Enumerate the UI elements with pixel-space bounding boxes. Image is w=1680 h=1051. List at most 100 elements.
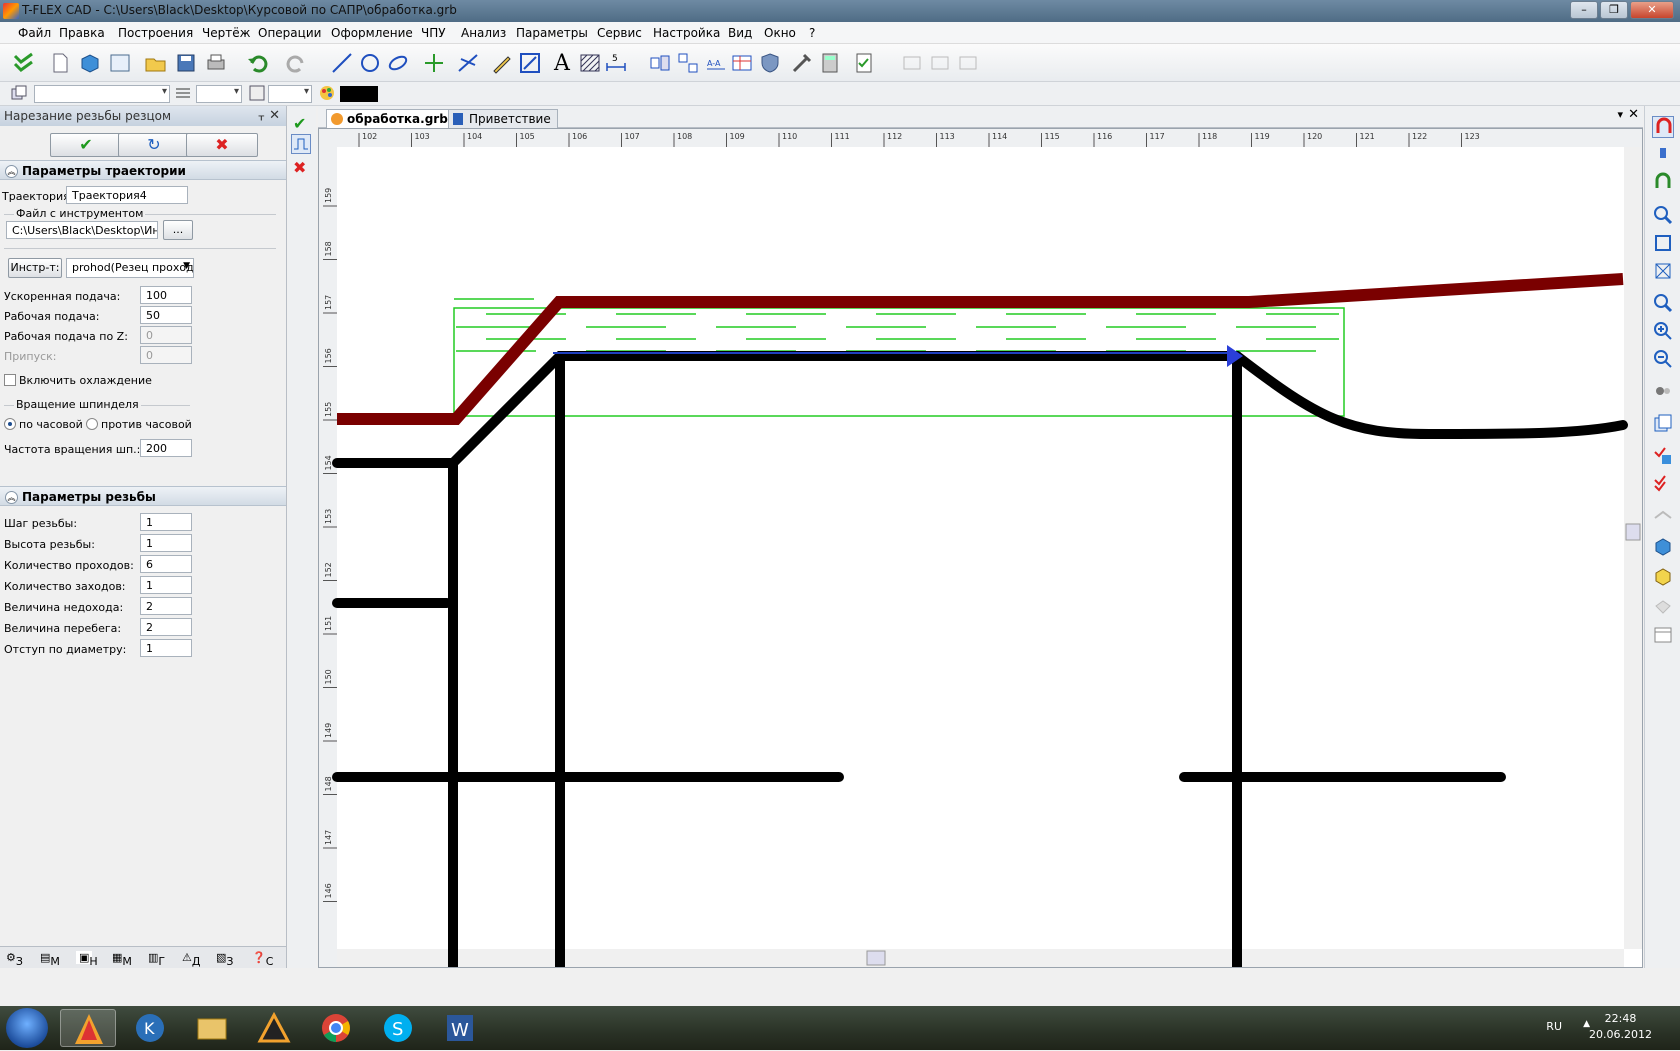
menu-window[interactable]: Окно [764, 26, 796, 40]
counterclockwise-radio[interactable] [86, 418, 98, 430]
tool-button[interactable]: Инстр-т: [8, 258, 62, 278]
calculator-icon[interactable] [818, 51, 842, 75]
menu-view[interactable]: Вид [728, 26, 752, 40]
explorer-task[interactable] [184, 1009, 240, 1047]
window-icon[interactable] [1652, 624, 1674, 646]
zoom-extents-icon[interactable] [1652, 232, 1674, 254]
spindle-speed-field[interactable]: 200 [140, 439, 192, 457]
menu-construct[interactable]: Построения [118, 26, 193, 40]
tab-library[interactable]: ▤ М [40, 951, 60, 968]
menu-analysis[interactable]: Анализ [461, 26, 506, 40]
open-icon[interactable] [144, 51, 168, 75]
work-feed-field[interactable]: 50 [140, 306, 192, 324]
palette-icon[interactable] [318, 84, 336, 102]
zoom-out-icon[interactable] [1652, 348, 1674, 370]
hide-icon[interactable] [1652, 504, 1674, 526]
priority-select[interactable] [268, 85, 312, 103]
new-file-icon[interactable] [48, 51, 72, 75]
chrome-task[interactable] [308, 1009, 364, 1047]
tool-select[interactable]: prohod(Резец проход ▼ [66, 258, 194, 278]
line-style-select[interactable] [196, 85, 242, 103]
close-button[interactable]: ✕ [1630, 1, 1674, 19]
trajectory-field[interactable]: Траектория4 [66, 186, 188, 204]
undo-icon[interactable] [246, 51, 270, 75]
menu-design[interactable]: Оформление [331, 26, 413, 40]
layer-select[interactable] [34, 85, 170, 103]
maximize-button[interactable]: ❐ [1600, 1, 1628, 19]
3d-window-icon[interactable] [1652, 566, 1674, 588]
tab-help[interactable]: ❓ С [252, 951, 273, 968]
table-icon[interactable] [730, 51, 754, 75]
autocad-task[interactable] [246, 1009, 302, 1047]
snap-options-icon[interactable] [1652, 144, 1674, 166]
ellipse-icon[interactable] [386, 51, 410, 75]
sketch-icon[interactable] [490, 51, 514, 75]
save-icon[interactable] [174, 51, 198, 75]
redo-icon[interactable] [284, 51, 308, 75]
tab-diagnostics[interactable]: ⚠ Д [182, 951, 200, 968]
horizontal-scrollbar[interactable] [337, 949, 1624, 967]
undercut-field[interactable]: 2 [140, 597, 192, 615]
menu-parameters[interactable]: Параметры [516, 26, 588, 40]
tab-tasks[interactable]: ▧ З [216, 951, 233, 968]
tool-file-field[interactable]: C:\Users\Black\Desktop\Инстр [6, 221, 158, 239]
menu-help[interactable]: ? [809, 26, 815, 40]
kompas-task[interactable]: K [122, 1009, 178, 1047]
zoom-page-icon[interactable] [1652, 260, 1674, 282]
horizontal-scroll-thumb[interactable] [866, 950, 886, 966]
shield-icon[interactable] [758, 51, 782, 75]
start-button[interactable] [6, 1008, 48, 1048]
menu-service[interactable]: Сервис [597, 26, 642, 40]
check-all-icon[interactable] [1652, 472, 1674, 494]
node-icon[interactable] [422, 51, 446, 75]
tab-document[interactable]: обработка.grb [326, 109, 455, 128]
tabs-menu-icon[interactable]: ▾ [1617, 108, 1623, 121]
diameter-offset-field[interactable]: 1 [140, 639, 192, 657]
tab-graph[interactable]: ▥ Г [148, 951, 165, 968]
view-icon[interactable] [648, 51, 672, 75]
circle-icon[interactable] [358, 51, 382, 75]
snap-icon[interactable] [1652, 116, 1674, 138]
clock[interactable]: 22:48 20.06.2012 [1589, 1011, 1652, 1043]
work-feed-z-field[interactable]: 0 [140, 326, 192, 344]
cad-viewport[interactable]: 102 103 104 105 106 107 108 109 110 111 112 113 114 1… [319, 129, 1642, 972]
drawing-canvas[interactable]: 102 103 104 105 106 107 108 109 110 111 112 113 114 1… [318, 128, 1643, 972]
tab-structure[interactable]: ⚙ З [6, 951, 23, 968]
tab-close-icon[interactable]: ✕ [1628, 107, 1639, 122]
cancel-button[interactable]: ✖ [186, 133, 258, 157]
thread-height-field[interactable]: 1 [140, 534, 192, 552]
trajectory-mode-icon[interactable] [291, 134, 311, 154]
section-trajectory[interactable]: ︽ Параметры траектории [0, 160, 286, 180]
check-model-icon[interactable] [1652, 444, 1674, 466]
vertical-scrollbar[interactable] [1624, 147, 1642, 949]
line-icon[interactable] [330, 51, 354, 75]
tab-model[interactable]: ▦ М [112, 951, 132, 968]
layers-icon[interactable] [10, 84, 28, 102]
ok-button[interactable]: ✔ [50, 133, 122, 157]
fast-feed-field[interactable]: 100 [140, 286, 192, 304]
vertical-scroll-thumb[interactable] [1625, 523, 1641, 541]
text-icon[interactable]: A [550, 51, 574, 76]
tolerance-icon[interactable]: A-A [704, 51, 728, 75]
tab-welcome[interactable]: Приветствие [448, 109, 558, 128]
cancel-icon[interactable]: ✖ [293, 158, 306, 177]
collapse-icon[interactable]: ︽ [5, 491, 18, 504]
tab-properties[interactable]: ▣ Н [76, 951, 98, 968]
pages-icon[interactable] [1652, 412, 1674, 434]
collapse-icon[interactable]: ︽ [5, 165, 18, 178]
magnet-icon[interactable] [1652, 172, 1674, 194]
refresh-button[interactable]: ↻ [118, 133, 190, 157]
cooling-checkbox[interactable] [4, 374, 16, 386]
apply-icon[interactable]: ✔ [293, 114, 306, 133]
browse-button[interactable]: ... [163, 220, 193, 240]
print-icon[interactable] [204, 51, 228, 75]
zoom-window-icon[interactable] [1652, 204, 1674, 226]
projection-icon[interactable] [676, 51, 700, 75]
thread-pitch-field[interactable]: 1 [140, 513, 192, 531]
zoom-icon[interactable] [1652, 292, 1674, 314]
trim-icon[interactable] [456, 51, 480, 75]
confirm-icon[interactable] [12, 51, 36, 75]
clockwise-radio[interactable] [4, 418, 16, 430]
overrun-field[interactable]: 2 [140, 618, 192, 636]
drawing-icon[interactable] [108, 51, 132, 75]
